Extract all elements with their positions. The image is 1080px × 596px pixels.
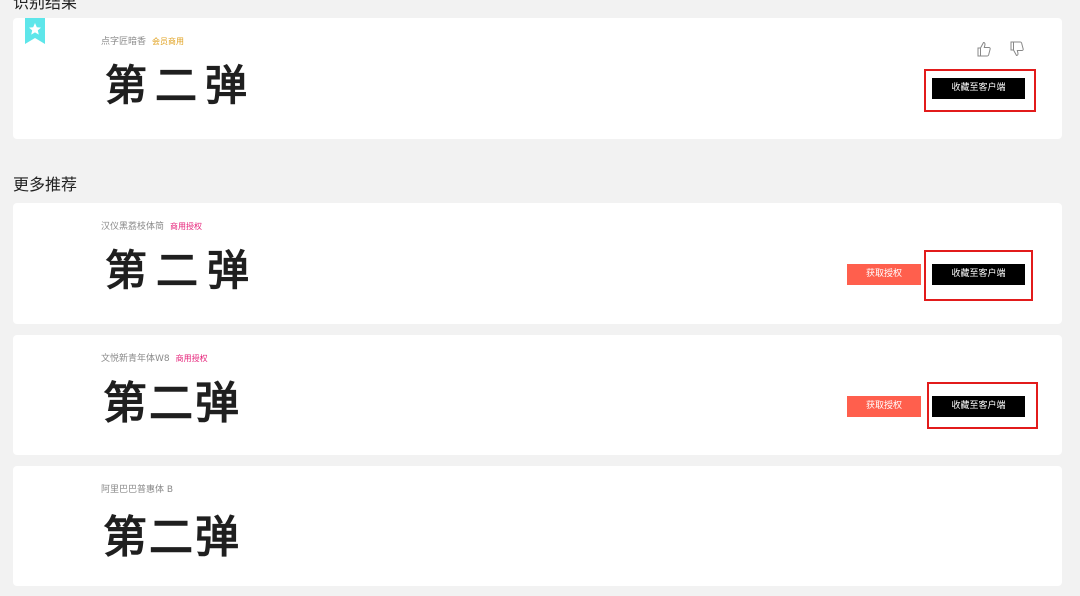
font-preview: 第二弹 <box>105 61 256 110</box>
recommendation-card: 文悦新青年体W8 商用授权 第二弹 获取授权 收藏至客户端 <box>13 335 1062 455</box>
font-name: 汉仪黑荔枝体简 商用授权 <box>101 219 202 232</box>
result-card: 点字匠暗香 会员商用 第二弹 收藏至客户端 <box>13 18 1062 139</box>
font-preview: 第二弹 <box>103 512 241 563</box>
bookmark-star-icon[interactable] <box>25 18 45 44</box>
section-title-results: 识别结果 <box>13 0 78 12</box>
save-to-client-button[interactable]: 收藏至客户端 <box>932 396 1025 417</box>
save-to-client-button[interactable]: 收藏至客户端 <box>932 78 1025 99</box>
font-preview: 第二弹 <box>105 246 259 295</box>
thumbs-down-icon[interactable] <box>1010 41 1024 57</box>
recommendation-card: 汉仪黑荔枝体简 商用授权 第二弹 获取授权 收藏至客户端 <box>13 203 1062 324</box>
commercial-badge: 商用授权 <box>175 354 208 363</box>
font-name: 阿里巴巴普惠体 B <box>101 482 173 495</box>
get-license-button[interactable]: 获取授权 <box>847 396 921 417</box>
font-name-text: 点字匠暗香 <box>101 37 147 47</box>
font-name: 文悦新青年体W8 商用授权 <box>101 351 208 364</box>
thumbs-up-icon[interactable] <box>977 41 991 57</box>
font-name-text: 阿里巴巴普惠体 B <box>101 485 174 495</box>
font-name-text: 文悦新青年体W8 <box>101 354 170 364</box>
save-to-client-button[interactable]: 收藏至客户端 <box>932 264 1025 285</box>
recommendation-card: 阿里巴巴普惠体 B 第二弹 <box>13 466 1062 586</box>
member-badge: 会员商用 <box>152 37 185 46</box>
get-license-button[interactable]: 获取授权 <box>847 264 921 285</box>
commercial-badge: 商用授权 <box>170 222 203 231</box>
font-name-text: 汉仪黑荔枝体简 <box>101 222 165 232</box>
font-name: 点字匠暗香 会员商用 <box>101 34 184 47</box>
font-preview: 第二弹 <box>103 378 241 429</box>
section-title-more: 更多推荐 <box>13 175 78 194</box>
